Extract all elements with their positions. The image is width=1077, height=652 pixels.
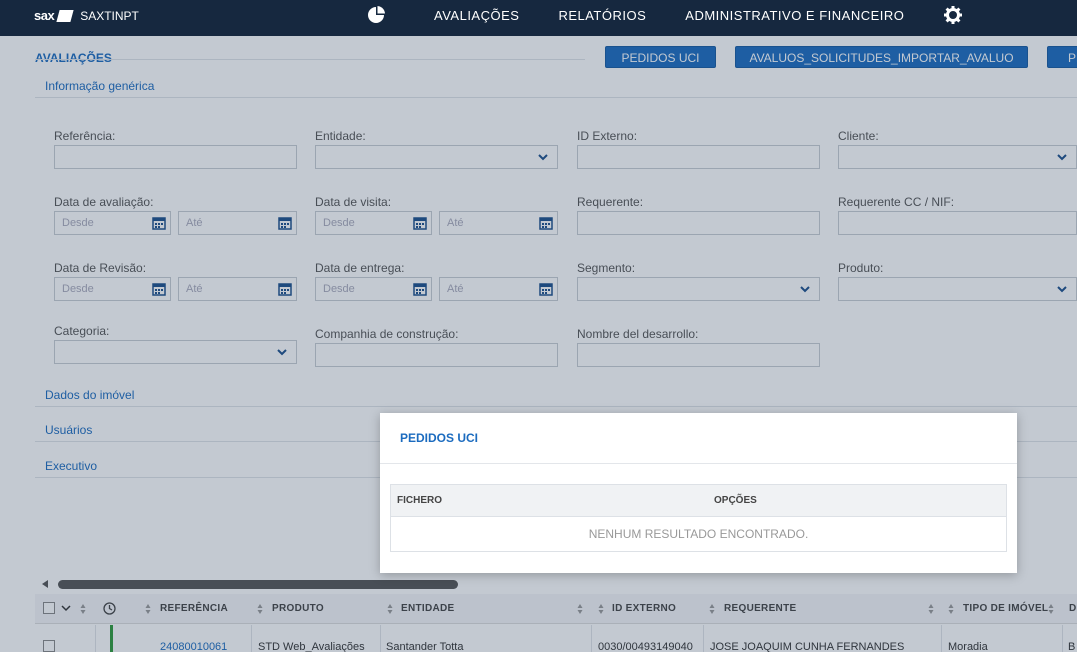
app-logo[interactable]: sax SAXTINPT	[34, 8, 139, 23]
modal-title: PEDIDOS UCI	[400, 431, 479, 445]
nav-avaliacoes[interactable]: AVALIAÇÕES	[434, 8, 519, 23]
empty-results-message: NENHUM RESULTADO ENCONTRADO.	[588, 527, 809, 541]
column-fichero[interactable]: FICHERO	[397, 495, 442, 506]
gear-icon[interactable]	[943, 5, 963, 25]
modal-results-table: FICHERO OPÇÕES NENHUM RESULTADO ENCONTRA…	[390, 484, 1007, 552]
modal-table-header: FICHERO OPÇÕES	[391, 485, 1006, 517]
pedidos-uci-modal: PEDIDOS UCI FICHERO OPÇÕES NENHUM RESULT…	[380, 413, 1017, 573]
column-opcoes: OPÇÕES	[714, 495, 757, 506]
modal-divider	[380, 463, 1017, 464]
nav-administrativo-financeiro[interactable]: ADMINISTRATIVO E FINANCEIRO	[685, 8, 904, 23]
pie-chart-icon[interactable]	[366, 5, 386, 25]
brand-mark-icon	[56, 9, 74, 22]
nav-relatorios[interactable]: RELATÓRIOS	[558, 8, 646, 23]
main-nav: AVALIAÇÕES RELATÓRIOS ADMINISTRATIVO E F…	[366, 0, 963, 30]
top-navigation-bar: sax SAXTINPT AVALIAÇÕES RELATÓRIOS ADMIN…	[0, 0, 1077, 36]
app-name: SAXTINPT	[80, 8, 139, 23]
brand-name: sax	[34, 8, 55, 23]
